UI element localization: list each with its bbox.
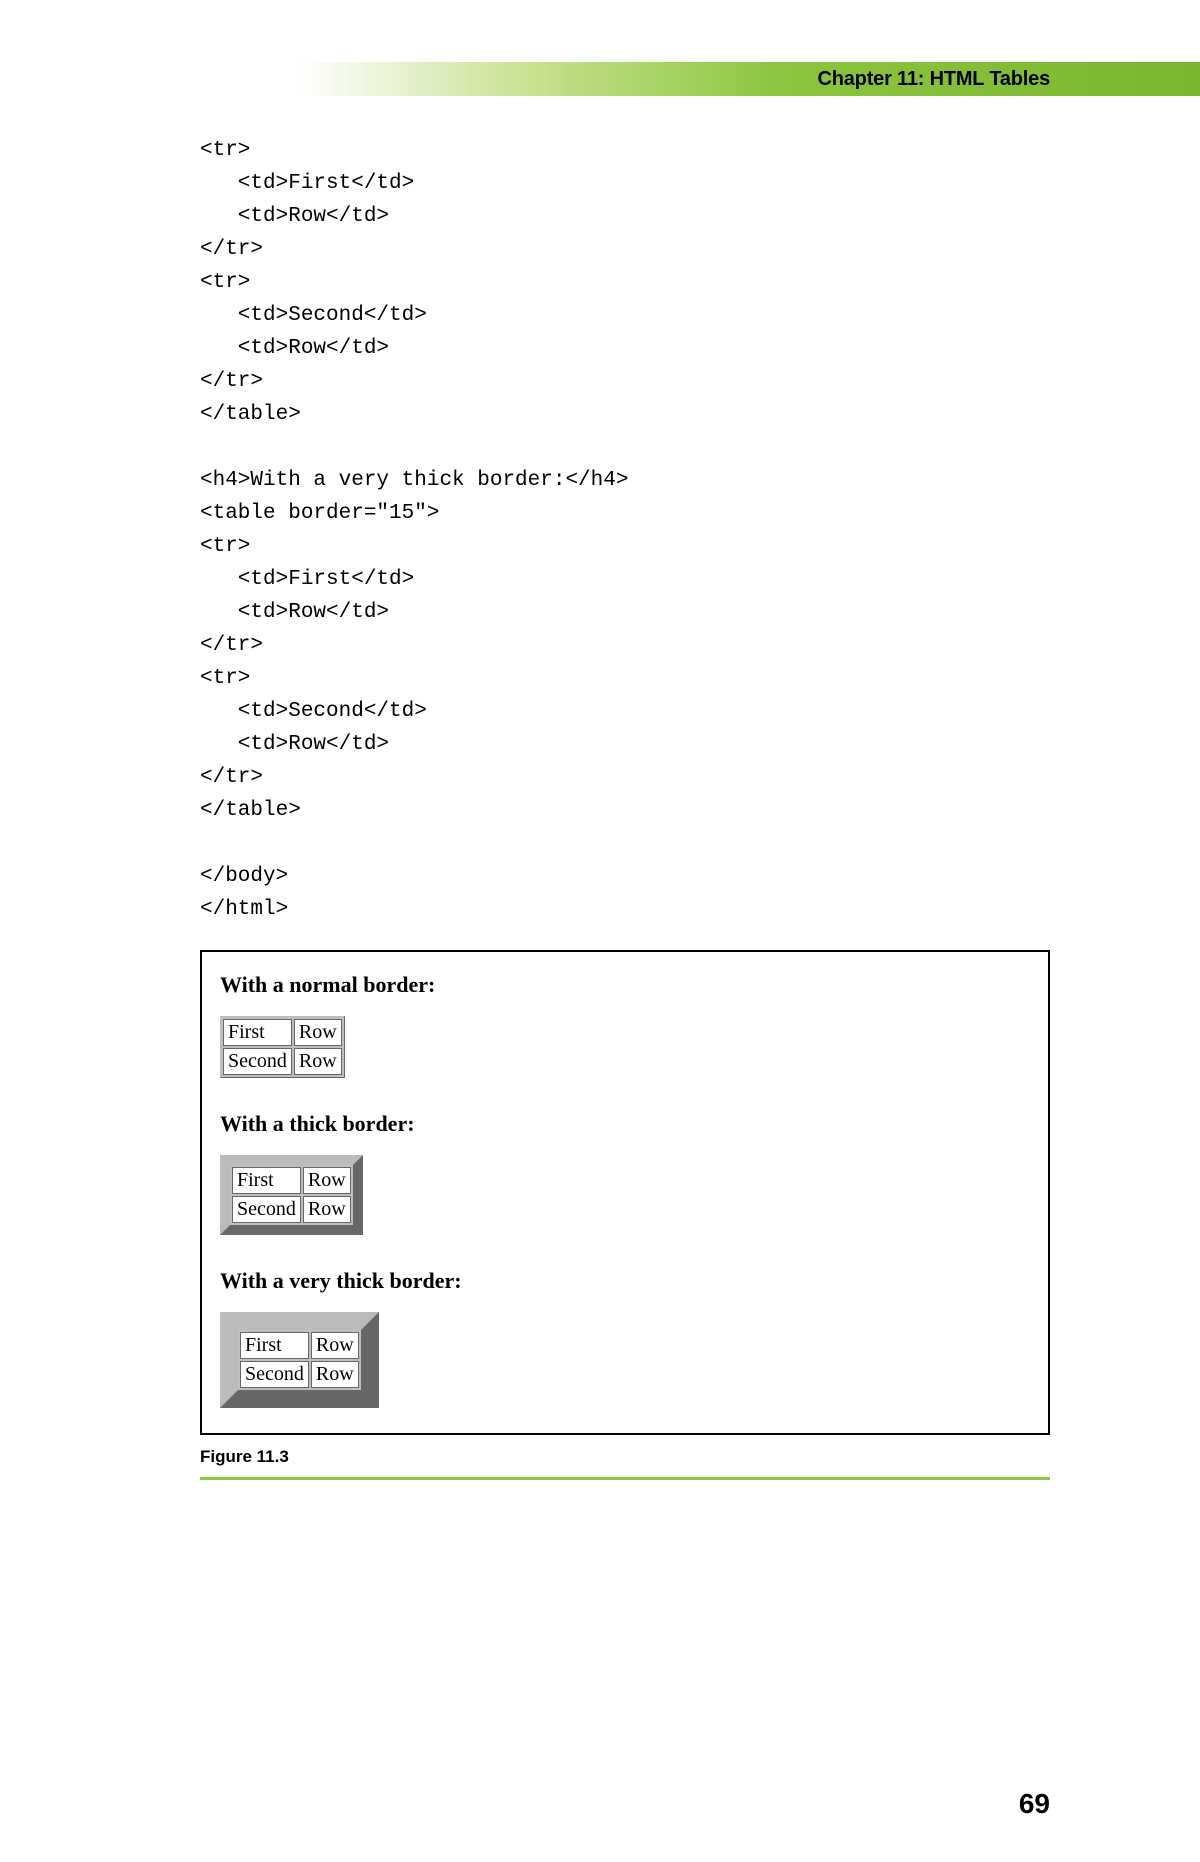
output-heading-normal: With a normal border: — [220, 972, 1030, 998]
table-cell: Second — [232, 1196, 301, 1223]
table-cell: Row — [311, 1332, 359, 1359]
table-cell: First — [232, 1167, 301, 1194]
chapter-header-bar: Chapter 11: HTML Tables — [0, 62, 1200, 96]
output-table-thick: First Row Second Row — [220, 1155, 363, 1235]
table-row: First Row — [223, 1019, 342, 1046]
table-row: Second Row — [232, 1196, 351, 1223]
table-row: First Row — [240, 1332, 359, 1359]
output-heading-thick: With a thick border: — [220, 1111, 1030, 1137]
output-heading-very-thick: With a very thick border: — [220, 1268, 1030, 1294]
table-cell: Row — [303, 1196, 351, 1223]
table-row: First Row — [232, 1167, 351, 1194]
table-cell: Row — [294, 1019, 342, 1046]
table-cell: First — [240, 1332, 309, 1359]
table-row: Second Row — [240, 1361, 359, 1388]
table-cell: Row — [294, 1048, 342, 1075]
page-number: 69 — [1019, 1788, 1050, 1820]
code-listing: <tr> <td>First</td> <td>Row</td> </tr> <… — [200, 134, 1200, 926]
table-row: Second Row — [223, 1048, 342, 1075]
figure-caption: Figure 11.3 — [200, 1447, 1200, 1467]
output-table-normal: First Row Second Row — [220, 1016, 345, 1078]
table-cell: Row — [303, 1167, 351, 1194]
table-cell: Second — [223, 1048, 292, 1075]
rendered-output-box: With a normal border: First Row Second R… — [200, 950, 1050, 1435]
chapter-title: Chapter 11: HTML Tables — [818, 68, 1051, 91]
table-cell: First — [223, 1019, 292, 1046]
output-table-very-thick: First Row Second Row — [220, 1312, 379, 1408]
section-divider — [200, 1477, 1050, 1480]
table-cell: Second — [240, 1361, 309, 1388]
table-cell: Row — [311, 1361, 359, 1388]
